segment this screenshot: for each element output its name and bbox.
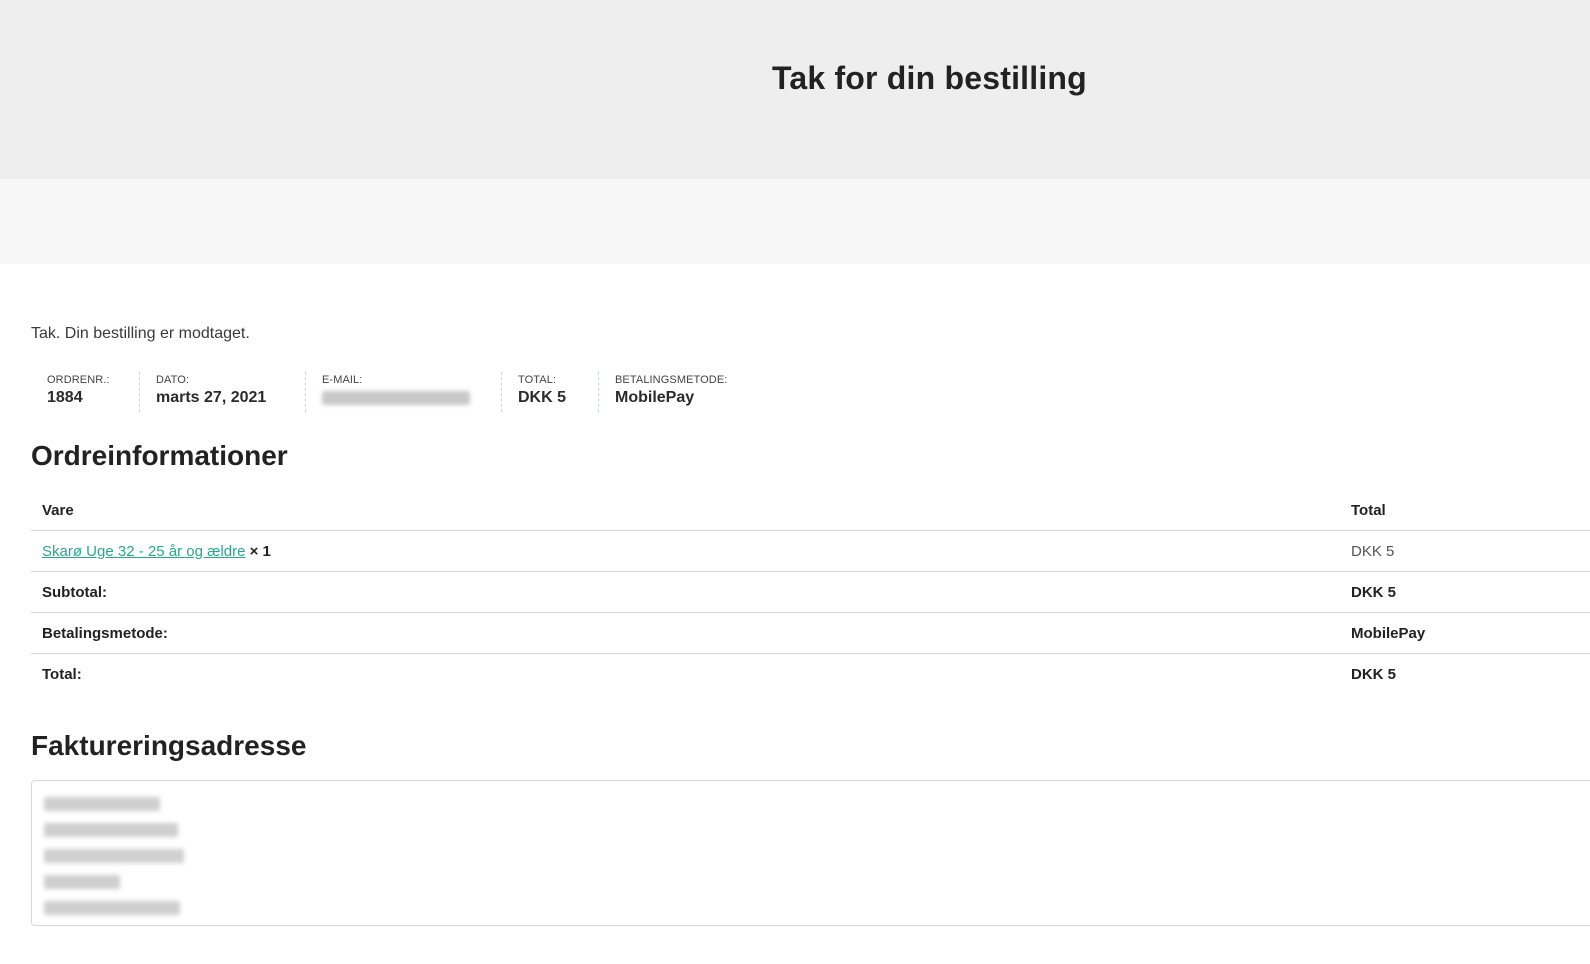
overview-value: 1884: [47, 389, 83, 406]
overview-value: DKK 5: [518, 389, 567, 406]
redacted-address-line: [44, 843, 1590, 869]
order-received-notice: Tak. Din bestilling er modtaget.: [31, 325, 250, 342]
redacted-address-line: [44, 869, 1590, 895]
redacted-address-line: [44, 817, 1590, 843]
order-details-heading: Ordreinformationer: [31, 440, 288, 471]
overview-label: BETALINGSMETODE:: [615, 374, 728, 386]
product-link[interactable]: Skarø Uge 32 - 25 år og ældre: [42, 543, 245, 560]
page-title: Tak for din bestilling: [772, 60, 1087, 96]
total-label: Total:: [42, 665, 82, 683]
subtotal-value: DKK 5: [1340, 571, 1590, 613]
table-row: Betalingsmetode: MobilePay: [31, 612, 1590, 654]
redacted-address-line: [44, 791, 1590, 817]
overview-order-number: ORDRENR.: 1884: [31, 372, 140, 412]
product-cell: Skarø Uge 32 - 25 år og ældre × 1: [31, 530, 1340, 572]
order-overview: ORDRENR.: 1884 DATO: marts 27, 2021 E-MA…: [31, 372, 751, 412]
order-details-table: Vare Total Skarø Uge 32 - 25 år og ældre…: [31, 490, 1590, 694]
column-header-product: Vare: [31, 490, 1340, 531]
product-total: DKK 5: [1340, 530, 1590, 572]
header-band: [0, 179, 1590, 264]
page-header: Tak for din bestilling: [0, 0, 1590, 179]
billing-address-heading: Faktureringsadresse: [31, 730, 307, 761]
overview-value: MobilePay: [615, 389, 695, 406]
overview-date: DATO: marts 27, 2021: [140, 372, 306, 412]
table-row: Subtotal: DKK 5: [31, 571, 1590, 613]
payment-method-label: Betalingsmetode:: [31, 612, 1340, 654]
product-quantity: × 1: [249, 542, 271, 560]
overview-total: TOTAL: DKK 5: [502, 372, 599, 412]
subtotal-label: Subtotal:: [31, 571, 1340, 613]
table-row: Skarø Uge 32 - 25 år og ældre × 1 DKK 5: [31, 530, 1590, 572]
billing-address: [31, 780, 1590, 926]
overview-email: E-MAIL:: [306, 372, 502, 412]
payment-method-value: MobilePay: [1340, 612, 1590, 654]
overview-label: DATO:: [156, 374, 190, 386]
overview-label: E-MAIL:: [322, 374, 363, 386]
total-value: DKK 5: [1351, 665, 1397, 683]
overview-label: ORDRENR.:: [47, 374, 110, 386]
overview-payment-method: BETALINGSMETODE: MobilePay: [599, 372, 751, 412]
table-header-row: Vare Total: [31, 490, 1590, 531]
redacted-address-line: [44, 895, 1590, 921]
column-header-total: Total: [1340, 490, 1590, 531]
overview-label: TOTAL:: [518, 374, 557, 386]
overview-value: marts 27, 2021: [156, 389, 267, 406]
redacted-email: [322, 391, 470, 405]
table-row: Total: DKK 5: [31, 654, 1590, 695]
